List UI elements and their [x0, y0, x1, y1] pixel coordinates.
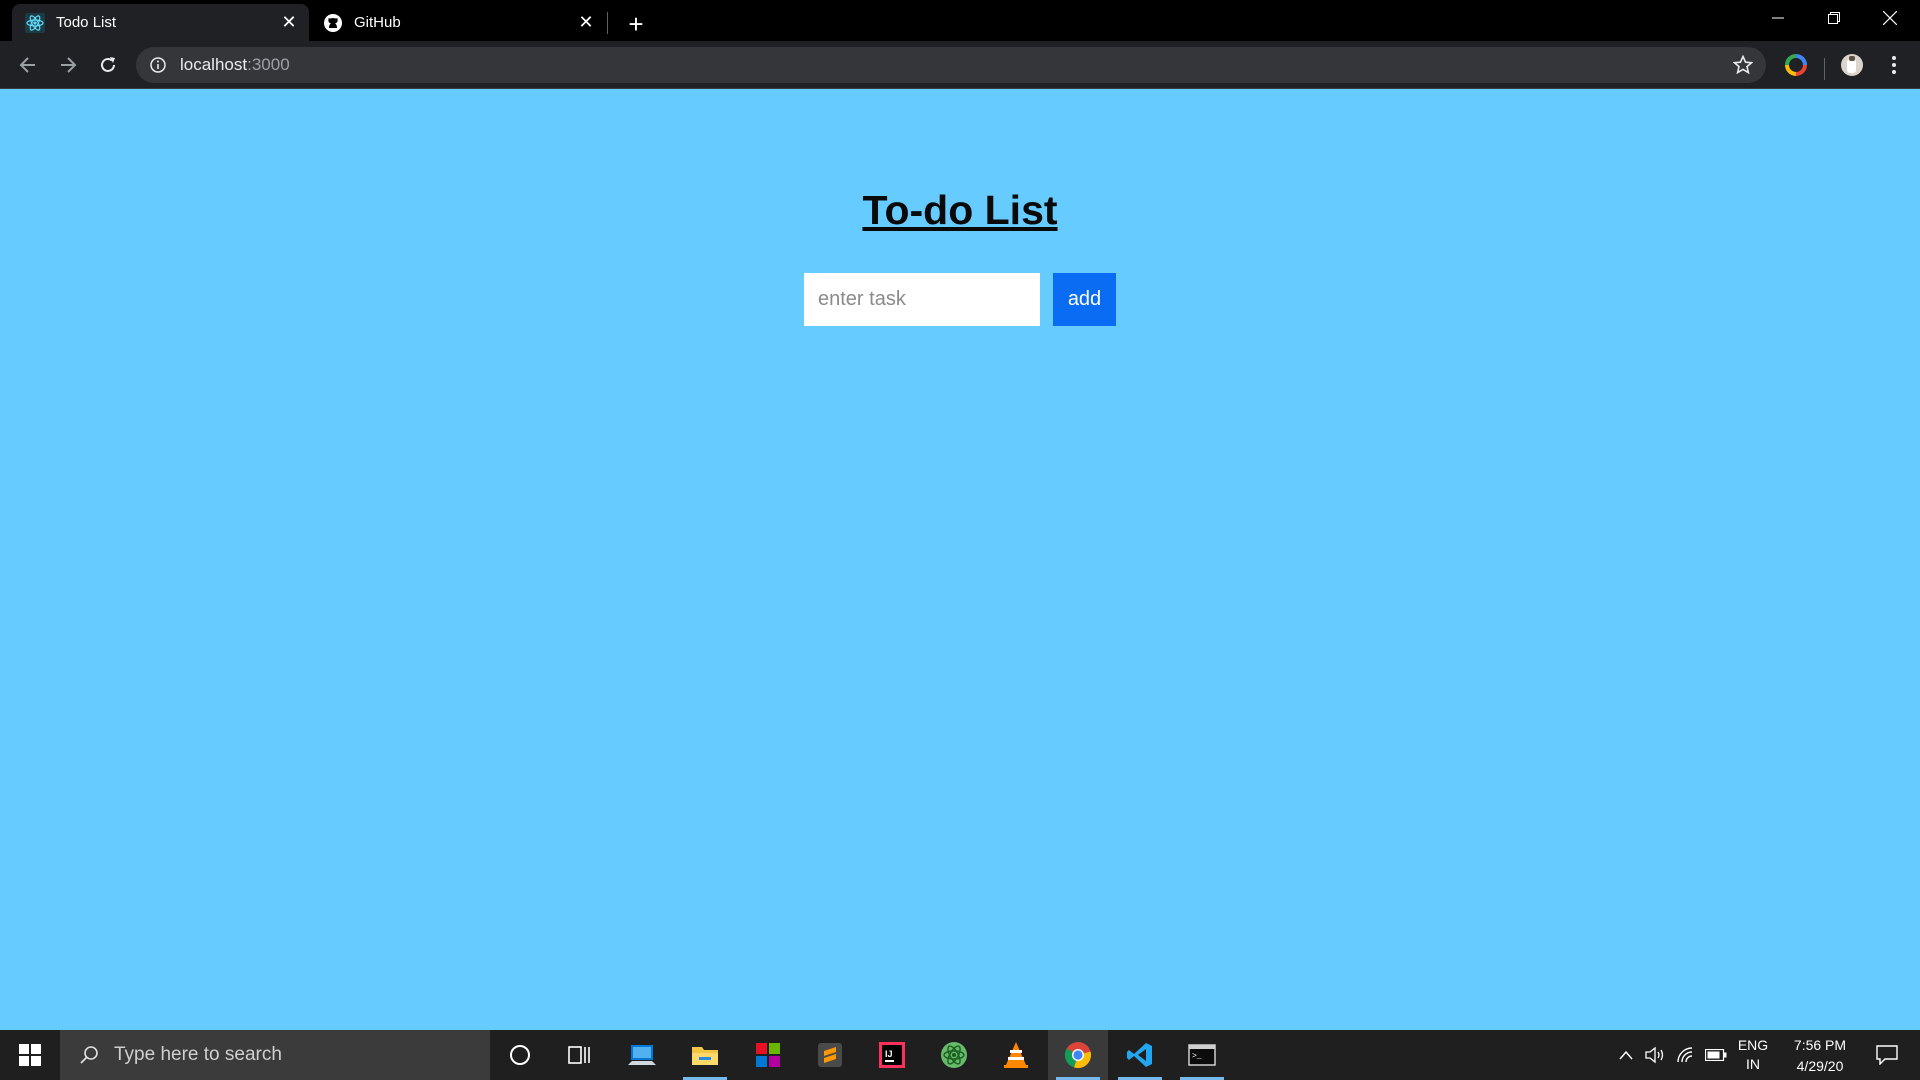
vscode-icon[interactable]: [1110, 1030, 1170, 1080]
notification-center-icon[interactable]: [1862, 1030, 1912, 1080]
tab-todo-list[interactable]: Todo List ✕: [12, 4, 309, 41]
close-tab-icon[interactable]: ✕: [574, 11, 598, 35]
taskbar-search-box[interactable]: Type here to search: [60, 1030, 490, 1080]
profile-avatar-icon[interactable]: [1838, 51, 1866, 79]
page-viewport: To-do List add: [0, 89, 1920, 1030]
page-title: To-do List: [862, 187, 1058, 233]
close-window-icon[interactable]: [1862, 0, 1918, 36]
language-code: ENG: [1737, 1037, 1769, 1053]
windows-taskbar: Type here to search IJ >_ ENG IN 7:56 PM…: [0, 1030, 1920, 1080]
intellij-icon[interactable]: IJ: [862, 1030, 922, 1080]
browser-tab-strip: Todo List ✕ GitHub ✕ +: [0, 0, 1920, 41]
file-explorer-icon[interactable]: [675, 1030, 735, 1080]
tab-divider: [607, 12, 608, 34]
system-clock[interactable]: 7:56 PM 4/29/20: [1780, 1035, 1860, 1077]
clock-time: 7:56 PM: [1793, 1037, 1847, 1053]
terminal-icon[interactable]: >_: [1172, 1030, 1232, 1080]
tray-chevron-up-icon[interactable]: [1614, 1030, 1638, 1080]
search-icon: [76, 1042, 102, 1068]
minimize-icon[interactable]: [1750, 0, 1806, 36]
browser-toolbar: localhost:3000: [0, 41, 1920, 89]
tab-github[interactable]: GitHub ✕: [310, 4, 606, 41]
svg-text:>_: >_: [1192, 1052, 1202, 1061]
url-host: localhost: [180, 55, 248, 74]
more-menu-icon[interactable]: [1880, 51, 1908, 79]
info-icon[interactable]: [148, 55, 168, 75]
atom-icon[interactable]: [924, 1030, 984, 1080]
reload-icon[interactable]: [92, 49, 124, 81]
vlc-icon[interactable]: [986, 1030, 1046, 1080]
address-bar[interactable]: localhost:3000: [136, 47, 1766, 83]
tab-title: GitHub: [354, 14, 401, 31]
add-button[interactable]: add: [1053, 273, 1116, 326]
github-icon: [322, 12, 344, 34]
restore-icon[interactable]: [1806, 0, 1862, 36]
forward-icon[interactable]: [52, 49, 84, 81]
remote-desktop-icon[interactable]: [612, 1030, 672, 1080]
close-tab-icon[interactable]: ✕: [277, 11, 301, 35]
react-icon: [24, 12, 46, 34]
office-icon[interactable]: [738, 1030, 798, 1080]
svg-text:IJ: IJ: [885, 1049, 893, 1059]
new-tab-icon[interactable]: +: [620, 8, 652, 40]
clock-date: 4/29/20: [1796, 1058, 1844, 1074]
task-view-icon[interactable]: [550, 1030, 610, 1080]
toolbar-divider: [1824, 58, 1825, 80]
bookmark-star-icon[interactable]: [1732, 54, 1754, 76]
color-extension-icon[interactable]: [1782, 51, 1810, 79]
search-placeholder: Type here to search: [114, 1044, 282, 1065]
windows-start-icon[interactable]: [0, 1030, 60, 1080]
battery-icon[interactable]: [1702, 1030, 1730, 1080]
network-icon[interactable]: [1672, 1030, 1700, 1080]
chrome-icon[interactable]: [1048, 1030, 1108, 1080]
tab-title: Todo List: [56, 14, 117, 31]
volume-icon[interactable]: [1642, 1030, 1670, 1080]
task-input[interactable]: [804, 273, 1040, 326]
language-indicator[interactable]: ENG IN: [1733, 1036, 1773, 1074]
cortana-icon[interactable]: [490, 1030, 550, 1080]
region-code: IN: [1746, 1056, 1760, 1072]
back-icon[interactable]: [12, 49, 44, 81]
url-port: :3000: [247, 55, 290, 74]
sublime-text-icon[interactable]: [800, 1030, 860, 1080]
